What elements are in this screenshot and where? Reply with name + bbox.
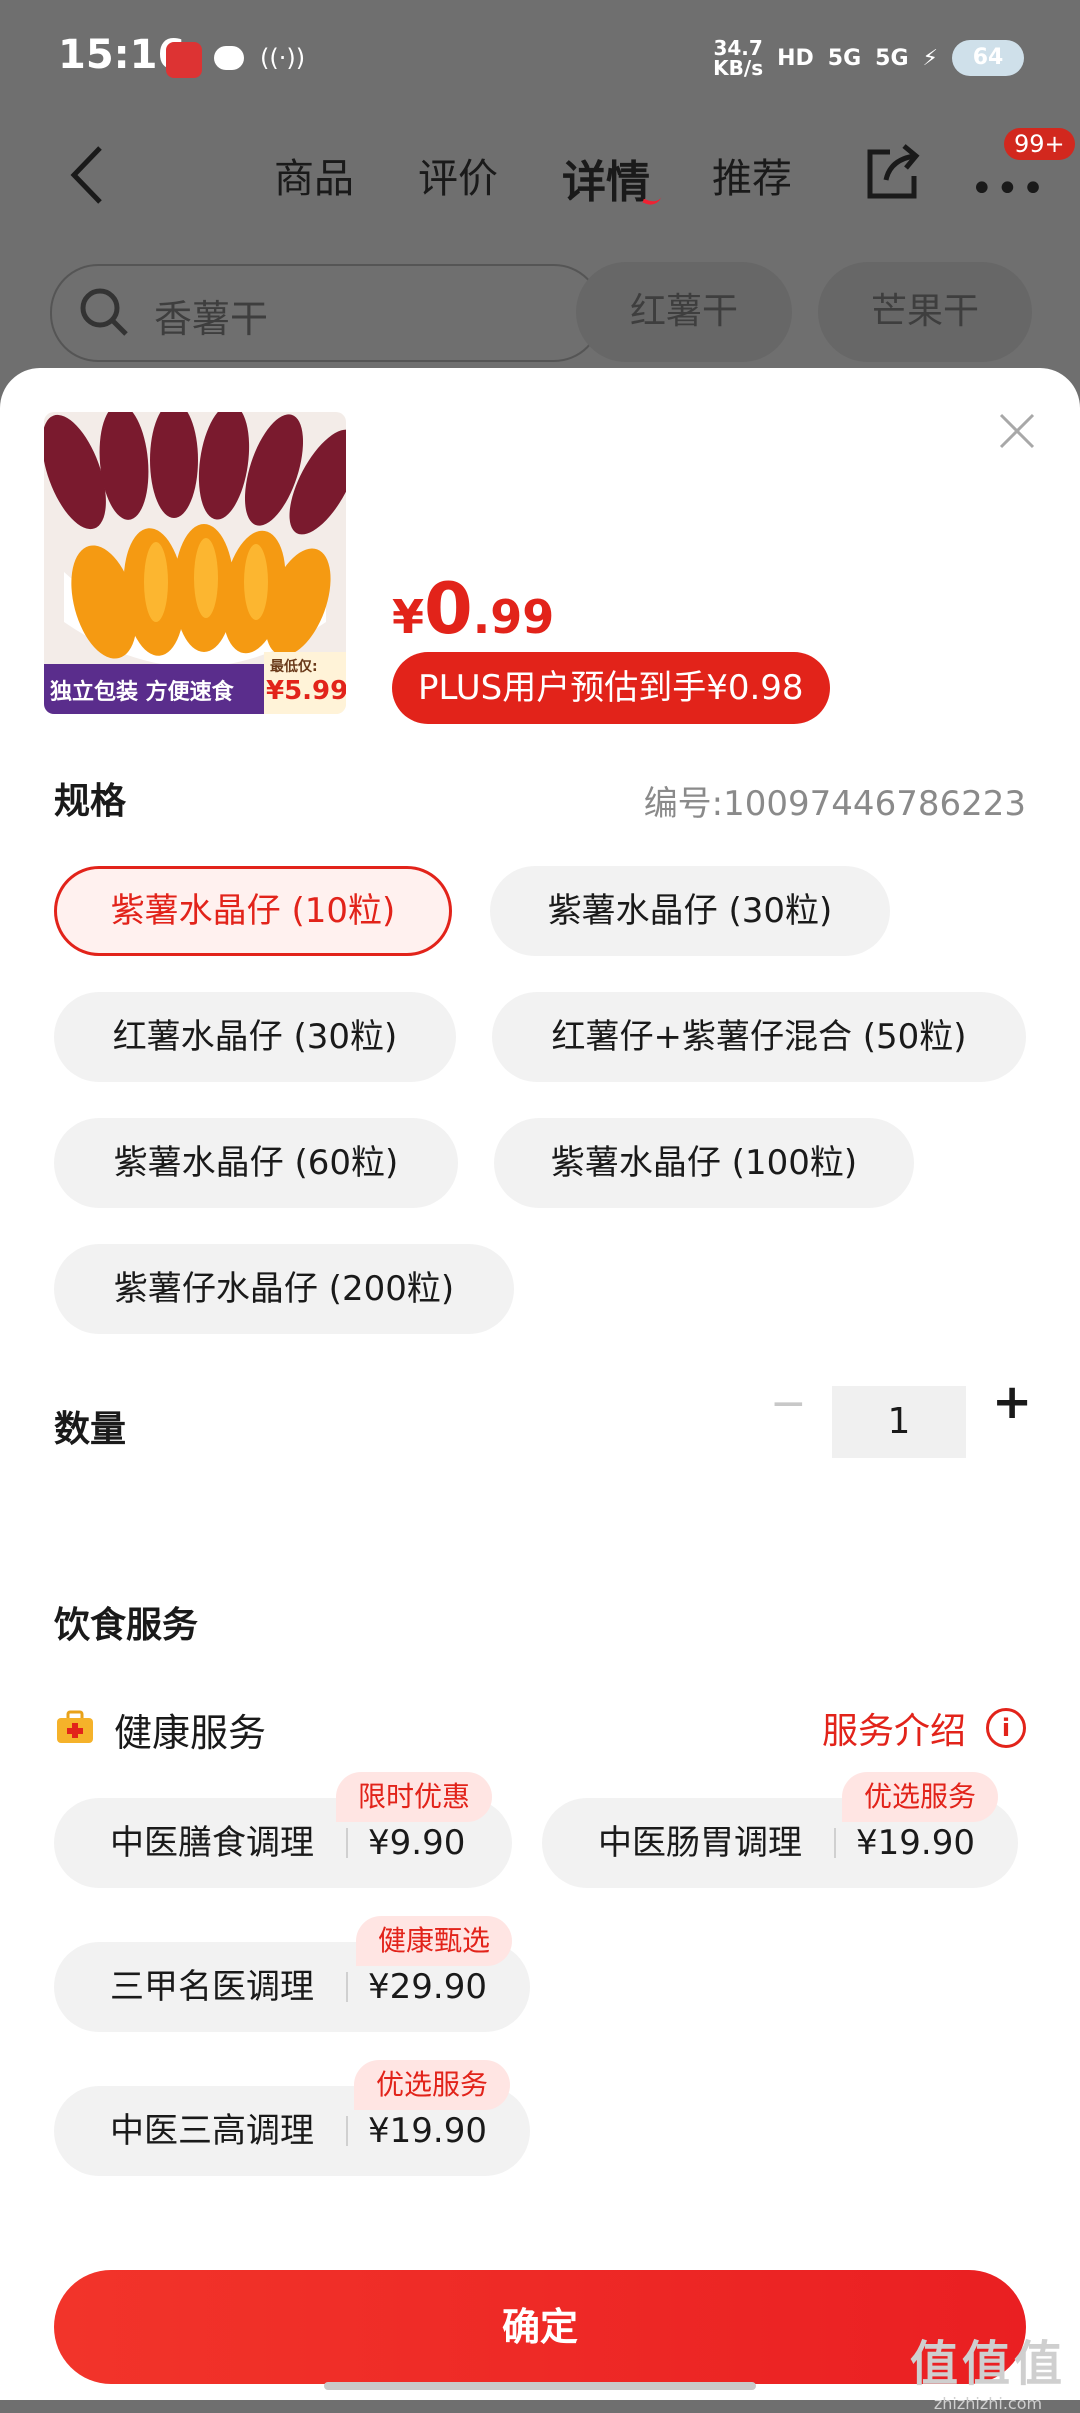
- spec-option[interactable]: 紫薯水晶仔 (30粒): [490, 866, 890, 956]
- price-currency: ¥: [392, 590, 425, 644]
- health-service-label: 健康服务: [114, 1711, 267, 1755]
- divider: [346, 2116, 348, 2146]
- search-chip[interactable]: 红薯干: [576, 262, 792, 362]
- search-text: 香薯干: [154, 297, 269, 341]
- search-chip[interactable]: 芒果干: [818, 262, 1032, 362]
- spec-option[interactable]: 紫薯水晶仔 (100粒): [494, 1118, 914, 1208]
- close-icon[interactable]: [998, 412, 1036, 450]
- service-name: 中医肠胃调理: [598, 1823, 802, 1863]
- confirm-button[interactable]: 确定: [54, 2270, 1026, 2384]
- home-indicator[interactable]: [324, 2382, 756, 2390]
- status-bar: 15:16 ((·)) 34.7 KB/s HD 5G 5G ⚡ 64: [0, 0, 1080, 120]
- status-right: 34.7 KB/s HD 5G 5G ⚡ 64: [713, 38, 1024, 78]
- more-icon[interactable]: •••: [970, 166, 1047, 212]
- signal-5g-icon: 5G: [827, 45, 862, 71]
- thumb-banner: 独立包装 方便速食: [50, 679, 234, 705]
- charging-icon: ⚡: [922, 45, 938, 71]
- quantity-minus-button[interactable]: −: [770, 1378, 807, 1429]
- diet-service-title: 饮食服务: [54, 1605, 199, 1646]
- search-bar[interactable]: 香薯干: [50, 264, 602, 362]
- spec-option[interactable]: 红薯水晶仔 (30粒): [54, 992, 456, 1082]
- quantity-title: 数量: [54, 1409, 127, 1450]
- message-icon: [214, 46, 244, 70]
- divider: [834, 1828, 836, 1858]
- product-thumbnail[interactable]: 独立包装 方便速食 最低仅: ¥5.99: [44, 412, 346, 714]
- service-tag: 优选服务: [354, 2060, 511, 2110]
- hd-icon: HD: [777, 45, 814, 71]
- service-name: 中医膳食调理: [110, 1823, 314, 1863]
- spec-title: 规格: [54, 781, 127, 822]
- message-badge: 99+: [1004, 128, 1075, 160]
- signal-5g-icon-2: 5G: [875, 45, 909, 71]
- spec-option[interactable]: 紫薯水晶仔 (60粒): [54, 1118, 458, 1208]
- info-icon: i: [986, 1708, 1026, 1748]
- app-notification-icon: [166, 42, 202, 78]
- thumb-low-label: 最低仅:: [270, 659, 318, 675]
- quantity-plus-button[interactable]: +: [992, 1374, 1032, 1430]
- service-tag: 健康甄选: [356, 1916, 513, 1966]
- quantity-input[interactable]: 1: [832, 1386, 966, 1458]
- tab-recommend[interactable]: 推荐: [712, 146, 792, 204]
- service-name: 三甲名医调理: [110, 1967, 314, 2007]
- spec-option[interactable]: 红薯仔+紫薯仔混合 (50粒): [492, 992, 1026, 1082]
- tab-reviews[interactable]: 评价: [418, 146, 498, 204]
- hotspot-icon: ((·)): [260, 44, 306, 72]
- sku-number: 编号:10097446786223: [643, 784, 1026, 824]
- network-speed: 34.7 KB/s: [713, 36, 764, 80]
- top-nav: 商品 评价 详情 推荐 ••• 99+: [0, 120, 1080, 240]
- medical-kit-icon: [57, 1710, 93, 1743]
- tab-details[interactable]: 详情: [562, 146, 650, 210]
- battery-icon: 64: [952, 40, 1024, 76]
- service-intro-link[interactable]: 服务介绍 i: [822, 1702, 1026, 1754]
- plus-price-badge: PLUS用户预估到手¥0.98: [392, 652, 830, 724]
- share-icon[interactable]: [862, 142, 924, 204]
- service-name: 中医三高调理: [110, 2111, 314, 2151]
- price-decimal: .99: [472, 590, 555, 644]
- tab-product[interactable]: 商品: [274, 146, 354, 204]
- divider: [346, 1972, 348, 2002]
- search-icon: [80, 288, 128, 336]
- sku-sheet: 独立包装 方便速食 最低仅: ¥5.99 ¥0.99 PLUS用户预估到手¥0.…: [0, 368, 1080, 2400]
- divider: [346, 1828, 348, 1858]
- thumb-low-price: ¥5.99: [266, 676, 346, 706]
- price-integer: 0: [424, 568, 473, 650]
- spec-option[interactable]: 紫薯仔水晶仔 (200粒): [54, 1244, 514, 1334]
- service-tag: 限时优惠: [336, 1772, 493, 1822]
- price: ¥0.99: [392, 568, 554, 650]
- back-arrow-icon[interactable]: [60, 140, 130, 210]
- service-tag: 优选服务: [842, 1772, 999, 1822]
- spec-option[interactable]: 紫薯水晶仔 (10粒): [54, 866, 452, 956]
